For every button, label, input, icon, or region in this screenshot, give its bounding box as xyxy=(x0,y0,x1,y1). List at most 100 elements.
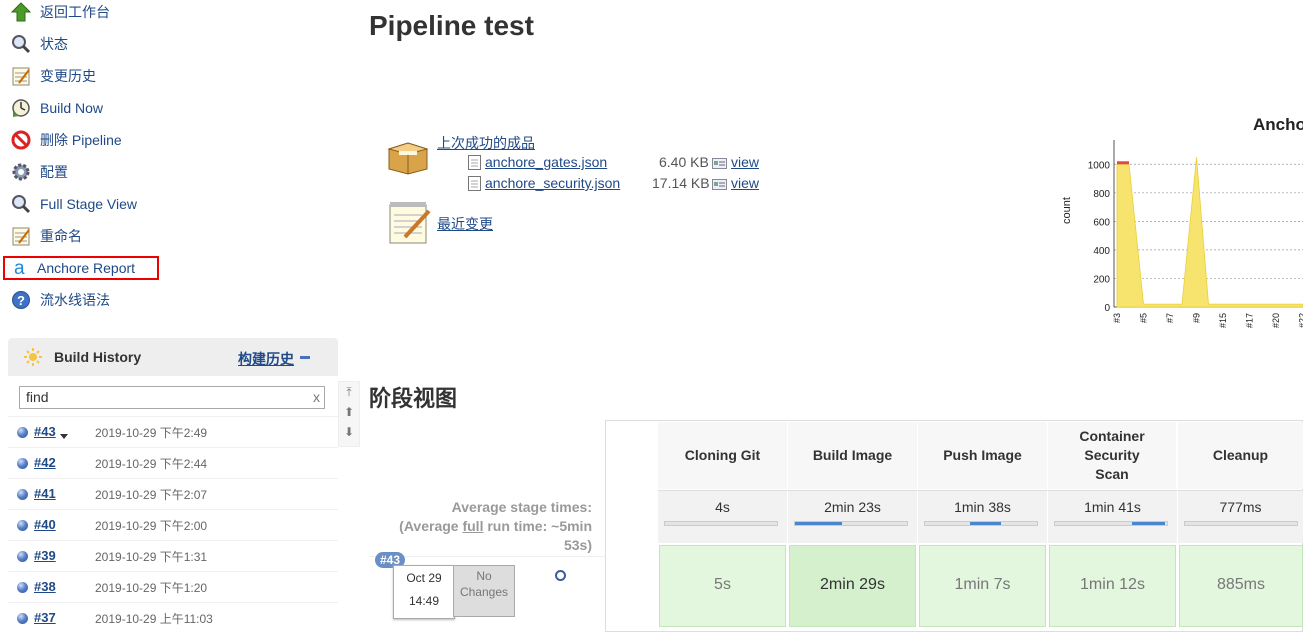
stage-progress-bar xyxy=(794,521,908,526)
stage-progress-bar xyxy=(664,521,778,526)
build-number-link[interactable]: #37 xyxy=(34,610,56,625)
build-number-link[interactable]: #42 xyxy=(34,455,56,470)
stage-name: Container Security Scan xyxy=(1068,427,1156,484)
artifact-link[interactable]: anchore_gates.json xyxy=(485,154,607,170)
status-item[interactable]: 状态 xyxy=(10,32,68,56)
no-changes-text: No Changes xyxy=(454,568,514,600)
menu-label: Full Stage View xyxy=(40,196,137,212)
anchore-logo-icon: a xyxy=(13,257,31,279)
dropdown-arrow-icon[interactable] xyxy=(60,427,68,443)
build-row[interactable]: #41 2019-10-29 下午2:07 xyxy=(8,478,338,510)
build-number-link[interactable]: #41 xyxy=(34,486,56,501)
build-status-icon xyxy=(17,613,28,624)
stage-header: Build Image xyxy=(788,422,918,489)
build-date-text: Oct 29 xyxy=(394,571,454,585)
stage-average-time: 1min 38s xyxy=(918,499,1047,515)
menu-label: 变更历史 xyxy=(40,66,96,86)
rename-item[interactable]: 重命名 xyxy=(10,224,82,248)
build-row[interactable]: #42 2019-10-29 下午2:44 xyxy=(8,447,338,479)
chart-y-tick-label: 400 xyxy=(1093,246,1110,257)
menu-label: 返回工作台 xyxy=(40,2,110,22)
chart-y-tick-label: 600 xyxy=(1093,217,1110,228)
build-number-link[interactable]: #39 xyxy=(34,548,56,563)
build-date: 2019-10-29 下午2:49 xyxy=(95,424,207,441)
package-box-icon xyxy=(385,135,431,178)
build-status-icon xyxy=(17,520,28,531)
build-status-icon xyxy=(17,582,28,593)
stage-header: Cleanup xyxy=(1178,422,1303,489)
scroll-top-icon[interactable]: ⤒ xyxy=(339,382,359,402)
scroll-down-icon[interactable]: ⬇ xyxy=(339,422,359,442)
build-row[interactable]: #43 2019-10-29 下午2:49 xyxy=(8,416,338,448)
stage-header: Cloning Git xyxy=(658,422,788,489)
trend-link[interactable]: 构建历史 xyxy=(238,349,294,369)
no-entry-icon xyxy=(10,129,32,151)
clear-search-icon[interactable]: x xyxy=(313,389,320,405)
chart-series-area xyxy=(1117,157,1303,307)
back-to-dashboard-item[interactable]: 返回工作台 xyxy=(10,0,110,24)
stage-header: Push Image xyxy=(918,422,1048,489)
build-date: 2019-10-29 上午11:03 xyxy=(95,610,213,627)
build-history-panel: Build History 构建历史 find x #43 2019-10-29… xyxy=(8,338,338,632)
notepad-icon xyxy=(10,65,32,87)
stage-run-cell[interactable]: 1min 12s xyxy=(1049,545,1176,627)
file-icon xyxy=(468,155,481,173)
svg-text:a: a xyxy=(14,259,25,277)
build-status-icon xyxy=(17,489,28,500)
build-search-input[interactable]: find xyxy=(19,386,325,409)
stage-average: 1min 41s xyxy=(1048,490,1178,543)
recent-changes-link[interactable]: 最近变更 xyxy=(437,214,493,234)
build-number-link[interactable]: #40 xyxy=(34,517,56,532)
chart-series-mark xyxy=(1117,161,1129,164)
full-run-link[interactable]: full xyxy=(462,518,483,534)
build-row[interactable]: #40 2019-10-29 下午2:00 xyxy=(8,509,338,541)
build-now-item[interactable]: Build Now xyxy=(10,96,103,120)
stage-average: 1min 38s xyxy=(918,490,1048,543)
build-number-link[interactable]: #43 xyxy=(34,424,56,439)
stage-average-time: 777ms xyxy=(1178,499,1303,515)
build-status-icon xyxy=(17,427,28,438)
average-stage-times-label: Average stage times: (Average full run t… xyxy=(370,498,592,555)
changes-item[interactable]: 变更历史 xyxy=(10,64,96,88)
menu-label: 重命名 xyxy=(40,226,82,246)
last-successful-artifacts-link[interactable]: 上次成功的成品 xyxy=(437,133,535,153)
menu-label: 删除 Pipeline xyxy=(40,130,122,150)
clock-build-icon xyxy=(10,97,32,119)
gear-icon xyxy=(10,161,32,183)
stage-run-cell[interactable]: 1min 7s xyxy=(919,545,1046,627)
avg-label-line: Average stage times: xyxy=(370,498,592,517)
history-scroll-controls: ⤒ ⬆ ⬇ xyxy=(338,381,360,447)
stage-run-cell[interactable]: 885ms xyxy=(1179,545,1303,627)
fingerprint-icon xyxy=(712,156,727,172)
build-date: 2019-10-29 下午1:31 xyxy=(95,548,207,565)
view-link[interactable]: view xyxy=(731,175,759,191)
artifact-size: 17.14 KB xyxy=(652,175,710,191)
delete-pipeline-item[interactable]: 删除 Pipeline xyxy=(10,128,122,152)
build-row[interactable]: #37 2019-10-29 上午11:03 xyxy=(8,602,338,634)
clock-icon[interactable] xyxy=(555,570,566,581)
menu-label: 流水线语法 xyxy=(40,290,110,310)
up-arrow-icon xyxy=(10,1,32,23)
build-number-link[interactable]: #38 xyxy=(34,579,56,594)
full-stage-view-item[interactable]: Full Stage View xyxy=(10,192,137,216)
view-link[interactable]: view xyxy=(731,154,759,170)
artifact-link[interactable]: anchore_security.json xyxy=(485,175,620,191)
stage-name: Build Image xyxy=(813,446,892,465)
magnifier-icon xyxy=(10,33,32,55)
stage-run-cell[interactable]: 2min 29s xyxy=(789,545,916,627)
pipeline-syntax-item[interactable]: ? 流水线语法 xyxy=(10,288,110,312)
stage-run-cell[interactable]: 5s xyxy=(659,545,786,627)
stage-average: 2min 23s xyxy=(788,490,918,543)
chart-x-tick-label: #7 xyxy=(1165,313,1175,323)
build-row[interactable]: #39 2019-10-29 下午1:31 xyxy=(8,540,338,572)
build-date: 2019-10-29 下午2:44 xyxy=(95,455,207,472)
chart-x-tick-label: #15 xyxy=(1218,313,1228,328)
stage-progress-fill xyxy=(970,522,1001,525)
anchore-report-item[interactable]: a Anchore Report xyxy=(3,256,159,280)
build-row[interactable]: #38 2019-10-29 下午1:20 xyxy=(8,571,338,603)
configure-item[interactable]: 配置 xyxy=(10,160,68,184)
avg-label-text: run time: ~5min xyxy=(483,518,592,534)
collapse-icon[interactable] xyxy=(300,356,310,359)
menu-label: Build Now xyxy=(40,100,103,116)
scroll-up-icon[interactable]: ⬆ xyxy=(339,402,359,422)
